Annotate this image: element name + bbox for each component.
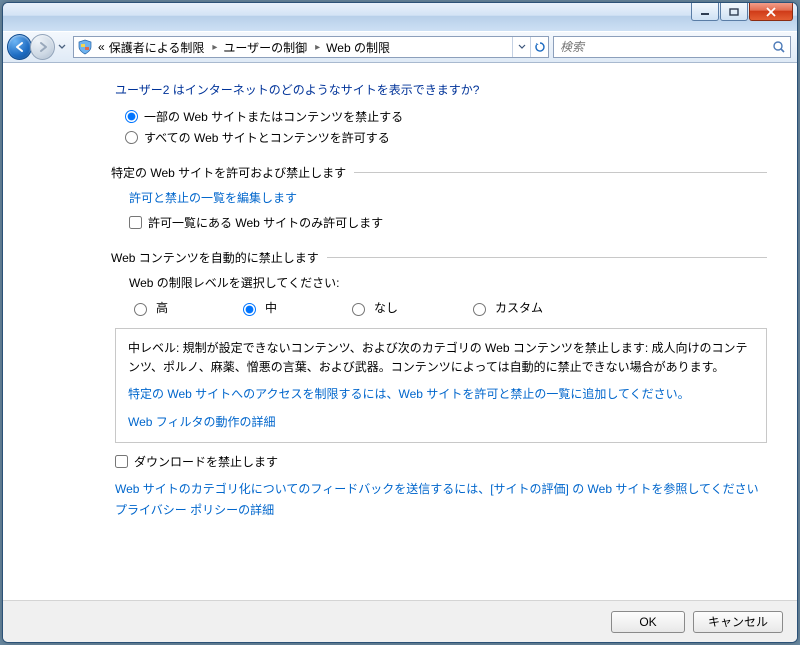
nav-history-dropdown[interactable] <box>55 37 69 57</box>
search-icon <box>772 40 786 54</box>
address-dropdown-button[interactable] <box>512 37 530 57</box>
group-specific-title: 特定の Web サイトを許可および禁止します <box>111 164 346 181</box>
link-add-to-allow-block[interactable]: 特定の Web サイトへのアクセスを制限するには、Web サイトを許可と禁止の一… <box>128 387 690 401</box>
content-area: ユーザー2 はインターネットのどのようなサイトを表示できますか? 一部の Web… <box>3 63 797 600</box>
label-block-downloads: ダウンロードを禁止します <box>134 453 278 470</box>
minimize-button[interactable] <box>691 3 719 21</box>
option-block-downloads[interactable]: ダウンロードを禁止します <box>115 453 767 470</box>
checkbox-only-allow-list[interactable] <box>129 216 142 229</box>
radio-level-none[interactable] <box>352 303 365 316</box>
dialog-footer: OK キャンセル <box>3 600 797 642</box>
checkbox-block-downloads[interactable] <box>115 455 128 468</box>
label-level-none: なし <box>374 299 398 316</box>
radio-block-some[interactable] <box>125 110 138 123</box>
group-auto-title: Web コンテンツを自動的に禁止します <box>111 249 319 266</box>
radio-level-high[interactable] <box>134 303 147 316</box>
link-privacy-policy[interactable]: プライバシー ポリシーの詳細 <box>115 503 274 517</box>
search-box[interactable] <box>553 36 791 58</box>
option-allow-all[interactable]: すべての Web サイトとコンテンツを許可する <box>125 129 767 146</box>
breadcrumb-parental[interactable]: 保護者による制限 <box>107 39 207 56</box>
breadcrumb-chevrons[interactable]: « <box>96 40 107 54</box>
cancel-button[interactable]: キャンセル <box>693 611 783 633</box>
maximize-button[interactable] <box>720 3 748 21</box>
option-block-some[interactable]: 一部の Web サイトまたはコンテンツを禁止する <box>125 108 767 125</box>
control-panel-icon <box>76 38 94 56</box>
refresh-icon <box>534 41 546 53</box>
option-only-allow-list[interactable]: 許可一覧にある Web サイトのみ許可します <box>129 214 767 231</box>
label-level-custom: カスタム <box>495 299 543 316</box>
link-category-feedback[interactable]: Web サイトのカテゴリ化についてのフィードバックを送信するには、[サイトの評価… <box>115 482 759 496</box>
nav-buttons <box>7 33 69 61</box>
minimize-icon <box>700 8 710 16</box>
group-specific-sites: 特定の Web サイトを許可および禁止します <box>111 164 767 181</box>
chevron-right-icon: ▸ <box>212 42 217 53</box>
radio-level-medium[interactable] <box>243 303 256 316</box>
label-only-allow-list: 許可一覧にある Web サイトのみ許可します <box>148 214 383 231</box>
breadcrumb-user-control[interactable]: ユーザーの制御 <box>221 39 309 56</box>
maximize-icon <box>729 8 739 16</box>
radio-level-custom[interactable] <box>473 303 486 316</box>
close-button[interactable] <box>749 3 793 21</box>
forward-button[interactable] <box>30 34 55 60</box>
level-description-text: 中レベル: 規制が設定できないコンテンツ、および次のカテゴリの Web コンテン… <box>128 339 754 377</box>
divider <box>327 257 767 258</box>
group-auto-block: Web コンテンツを自動的に禁止します <box>111 249 767 266</box>
restriction-level-row: 高 中 なし カスタム <box>129 299 767 316</box>
label-level-medium: 中 <box>265 299 277 316</box>
level-medium[interactable]: 中 <box>238 299 277 316</box>
link-web-filter-details[interactable]: Web フィルタの動作の詳細 <box>128 415 276 429</box>
titlebar <box>3 3 797 31</box>
chevron-down-icon <box>518 44 526 50</box>
ok-button[interactable]: OK <box>611 611 685 633</box>
dialog-window: « 保護者による制限 ▸ ユーザーの制御 ▸ Web の制限 ユーザー2 はイン… <box>2 2 798 643</box>
navbar: « 保護者による制限 ▸ ユーザーの制御 ▸ Web の制限 <box>3 31 797 63</box>
search-input[interactable] <box>558 39 772 55</box>
label-level-high: 高 <box>156 299 168 316</box>
refresh-button[interactable] <box>530 37 548 57</box>
address-bar[interactable]: « 保護者による制限 ▸ ユーザーの制御 ▸ Web の制限 <box>73 36 549 58</box>
arrow-left-icon <box>13 40 27 54</box>
arrow-right-icon <box>36 40 50 54</box>
link-edit-allow-block-list[interactable]: 許可と禁止の一覧を編集します <box>129 191 297 205</box>
back-button[interactable] <box>7 34 32 60</box>
level-prompt: Web の制限レベルを選択してください: <box>129 274 767 291</box>
divider <box>354 172 767 173</box>
label-block-some: 一部の Web サイトまたはコンテンツを禁止する <box>144 108 403 125</box>
page-question: ユーザー2 はインターネットのどのようなサイトを表示できますか? <box>115 81 767 98</box>
level-none[interactable]: なし <box>347 299 398 316</box>
level-custom[interactable]: カスタム <box>468 299 543 316</box>
chevron-down-icon <box>58 44 66 50</box>
breadcrumb-web-restrictions[interactable]: Web の制限 <box>324 39 392 56</box>
label-allow-all: すべての Web サイトとコンテンツを許可する <box>144 129 390 146</box>
radio-allow-all[interactable] <box>125 131 138 144</box>
level-high[interactable]: 高 <box>129 299 168 316</box>
close-icon <box>765 7 777 17</box>
chevron-right-icon: ▸ <box>315 42 320 53</box>
level-description-box: 中レベル: 規制が設定できないコンテンツ、および次のカテゴリの Web コンテン… <box>115 328 767 443</box>
